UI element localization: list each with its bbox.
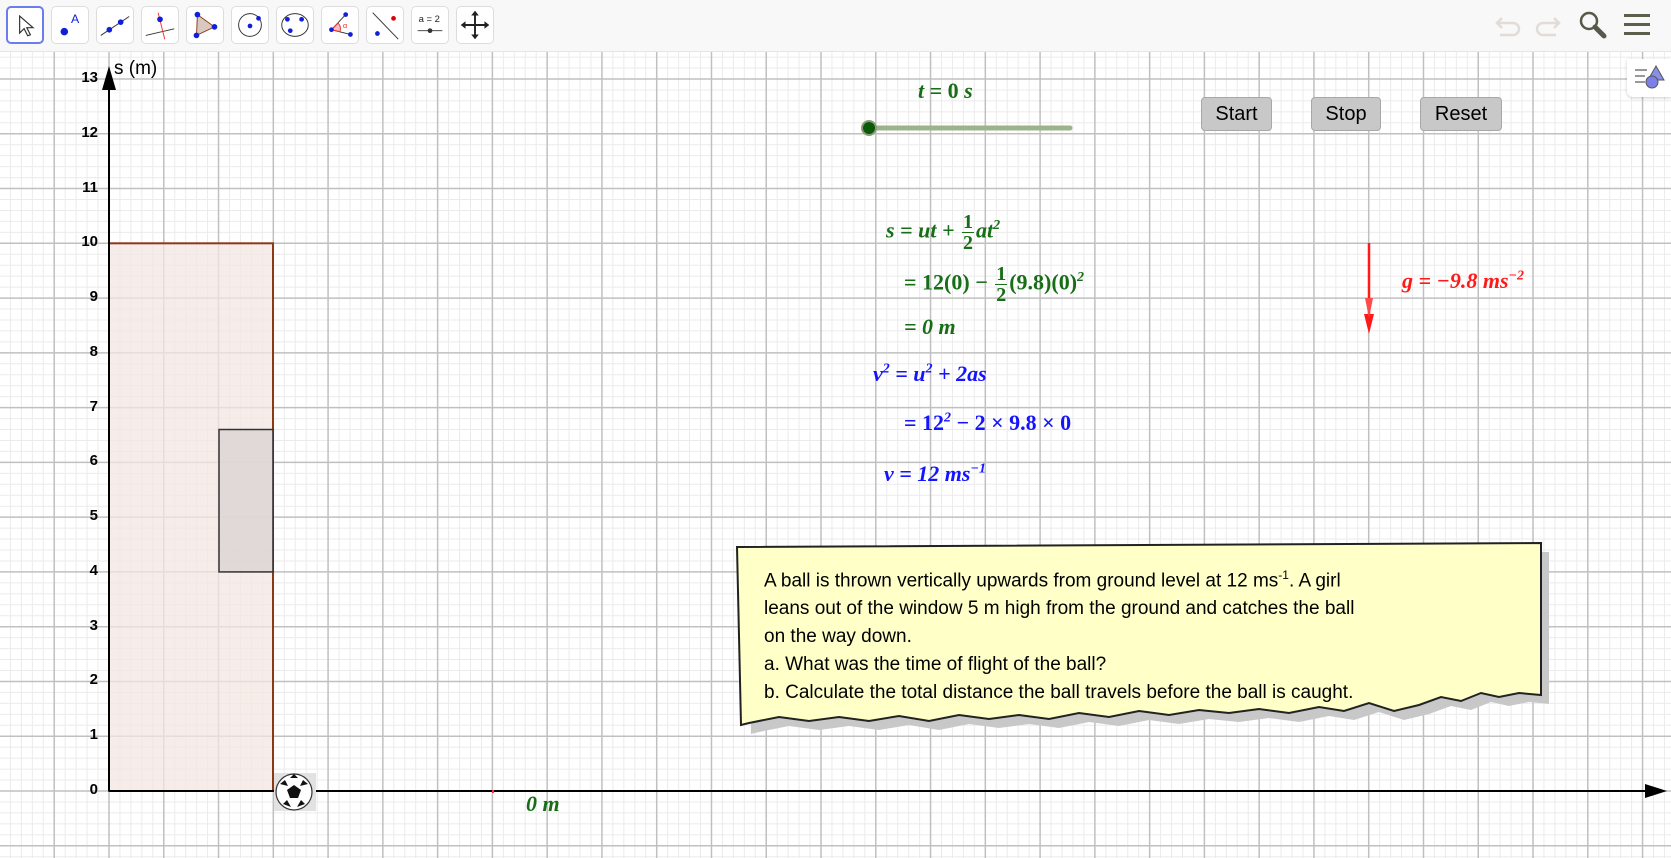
reset-button[interactable]: Reset bbox=[1420, 97, 1502, 131]
note-line-3: on the way down. bbox=[764, 626, 912, 648]
velocity-equation-line-2: = 122 − 2 × 9.8 × 0 bbox=[904, 410, 1072, 435]
angle-tool-button[interactable]: α bbox=[321, 6, 359, 44]
svg-text:α: α bbox=[343, 21, 348, 30]
soccer-ball-icon bbox=[274, 773, 316, 811]
redo-icon[interactable] bbox=[1532, 10, 1562, 40]
line-tool-icon bbox=[100, 16, 130, 36]
style-bar-toggle[interactable] bbox=[1627, 59, 1671, 97]
y-tick-label: 11 bbox=[82, 178, 98, 196]
time-slider-handle[interactable] bbox=[861, 120, 877, 136]
y-tick-label: 6 bbox=[89, 452, 98, 470]
undo-icon[interactable] bbox=[1494, 10, 1524, 40]
slider-tool-icon: a = 2 bbox=[417, 14, 443, 34]
toolbar: Aα a = 2 bbox=[0, 0, 1671, 52]
note-line-2: leans out of the window 5 m high from th… bbox=[764, 598, 1355, 620]
y-tick-label: 2 bbox=[89, 671, 98, 689]
point-tool-icon: A bbox=[60, 12, 80, 36]
problem-note: A ball is thrown vertically upwards from… bbox=[734, 539, 1549, 739]
stop-button[interactable]: Stop bbox=[1311, 97, 1381, 131]
conic-five-points-tool-button[interactable] bbox=[276, 6, 314, 44]
gravity-label: g = −9.8 ms−2 bbox=[1402, 268, 1525, 293]
style-bar-icon bbox=[1635, 64, 1665, 89]
velocity-equation-line-1: v2 = u2 + 2as bbox=[873, 361, 987, 386]
menu-icon[interactable] bbox=[1622, 10, 1652, 40]
angle-tool-icon: α bbox=[329, 12, 353, 37]
note-question-b: b. Calculate the total distance the ball… bbox=[764, 682, 1354, 704]
y-tick-label: 10 bbox=[81, 233, 98, 251]
slider-label: t = 0 s bbox=[918, 78, 973, 103]
svg-text:a = 2: a = 2 bbox=[419, 14, 440, 25]
point-tool-button[interactable]: A bbox=[51, 6, 89, 44]
note-line-1: A ball is thrown vertically upwards from… bbox=[764, 568, 1341, 592]
circle-center-point-tool-button[interactable] bbox=[231, 6, 269, 44]
perpendicular-line-tool-icon bbox=[145, 12, 175, 40]
displacement-equation-line-3: = 0 m bbox=[904, 314, 956, 339]
y-tick-label: 1 bbox=[89, 726, 98, 744]
y-tick-label: 0 bbox=[89, 781, 98, 798]
displacement-equation-line-2: = 12(0) − 1 2 (9.8)(0)2 bbox=[904, 263, 1085, 306]
y-tick-label: 8 bbox=[89, 342, 98, 360]
conic-five-points-tool-icon bbox=[281, 13, 309, 37]
y-axis-label: s (m) bbox=[114, 58, 158, 79]
line-tool-button[interactable] bbox=[96, 6, 134, 44]
polygon-tool-button[interactable] bbox=[186, 6, 224, 44]
position-label: 0 m bbox=[526, 791, 560, 816]
move-tool-icon bbox=[19, 14, 35, 37]
perpendicular-line-tool-button[interactable] bbox=[141, 6, 179, 44]
move-graphics-view-tool-icon bbox=[460, 10, 490, 40]
reflect-about-line-tool-button[interactable] bbox=[366, 6, 404, 44]
move-tool-button[interactable] bbox=[6, 6, 44, 44]
svg-text:A: A bbox=[71, 12, 80, 26]
reflect-about-line-tool-icon bbox=[372, 12, 399, 40]
velocity-equation-line-3: v = 12 ms−1 bbox=[884, 461, 986, 486]
y-tick-label: 12 bbox=[81, 123, 98, 141]
search-icon[interactable] bbox=[1577, 10, 1607, 40]
circle-center-point-tool-icon bbox=[238, 13, 262, 37]
y-tick-label: 7 bbox=[89, 397, 98, 415]
y-tick-label: 9 bbox=[89, 288, 98, 306]
start-button[interactable]: Start bbox=[1201, 97, 1272, 131]
displacement-equation-line-1: s = ut + 1 2 at2 bbox=[886, 211, 1001, 254]
slider-tool-button[interactable]: a = 2 bbox=[411, 6, 449, 44]
y-tick-label: 3 bbox=[89, 616, 98, 634]
move-graphics-view-tool-button[interactable] bbox=[456, 6, 494, 44]
y-tick-label: 4 bbox=[89, 561, 98, 579]
x-axis-arrow bbox=[1645, 784, 1667, 798]
polygon-tool-icon bbox=[193, 11, 218, 39]
y-tick-label: 5 bbox=[89, 507, 98, 525]
note-question-a: a. What was the time of flight of the ba… bbox=[764, 654, 1107, 676]
y-tick-label: 13 bbox=[81, 68, 98, 86]
window bbox=[218, 428, 274, 573]
